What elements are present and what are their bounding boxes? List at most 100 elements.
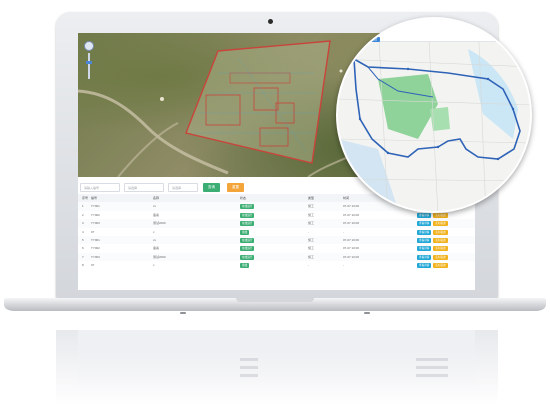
laptop-reflection <box>56 330 498 406</box>
table-row[interactable]: 4 07 c - - 离线 查看详情 实时轨迹 <box>78 228 475 236</box>
status-cell: 在线运行 <box>240 244 255 252</box>
reflection-line <box>416 374 448 377</box>
ops-cell: 查看详情实时轨迹 <box>417 228 448 236</box>
zoom-slider[interactable] <box>88 53 90 79</box>
cell-type: 施工 <box>308 237 315 242</box>
cell-time: 07-07 10:00 <box>343 237 360 242</box>
route-map-zoom[interactable]: 返回 <box>336 17 532 213</box>
cell-code: TY003 <box>91 254 100 259</box>
column-header: 名称 <box>153 196 160 200</box>
view-detail-button[interactable]: 查看详情 <box>417 263 432 269</box>
route-map-header <box>338 19 530 42</box>
track-button[interactable]: 实时轨迹 <box>433 237 448 243</box>
ops-cell: 查看详情实时轨迹 <box>417 261 448 269</box>
status-badge: 在线运行 <box>240 254 255 260</box>
column-header: 类型 <box>308 196 315 200</box>
view-detail-button[interactable]: 查看详情 <box>417 246 432 252</box>
category-select[interactable]: 请选择 <box>124 183 164 192</box>
reflection-line <box>416 358 448 361</box>
cell-no: 3 <box>82 221 84 226</box>
cell-name: 测试2000 <box>153 221 166 226</box>
cell-type: 施工 <box>308 246 315 251</box>
status-badge: 离线 <box>240 263 250 269</box>
view-detail-button[interactable]: 查看详情 <box>417 254 432 260</box>
cell-name: c <box>153 263 155 268</box>
cell-time: 07-07 10:00 <box>343 212 360 217</box>
table-row[interactable]: 5 TY001 xx 施工 07-07 10:00 在线运行 查看详情 实时轨迹 <box>78 235 475 245</box>
status-cell: 在线运行 <box>240 219 255 227</box>
status-cell: 在线运行 <box>240 202 255 210</box>
status-cell: 在线运行 <box>240 253 255 261</box>
table-row[interactable]: 2 TY002 备案 施工 07-07 10:00 在线运行 查看详情 实时轨迹 <box>78 211 475 219</box>
cell-type: 施工 <box>308 204 315 209</box>
cell-time: - <box>343 263 344 268</box>
status-badge: 在线运行 <box>240 204 255 210</box>
table-row[interactable]: 7 TY003 测试2000 施工 07-07 10:00 在线运行 查看详情 实时轨迹 <box>78 252 475 262</box>
track-button[interactable]: 实时轨迹 <box>433 221 448 227</box>
zoom-control[interactable] <box>84 41 94 81</box>
table-row[interactable]: 8 07 c - - 离线 查看详情 实时轨迹 <box>78 261 475 269</box>
view-detail-button[interactable]: 查看详情 <box>417 237 432 243</box>
cell-time: 07-07 10:00 <box>343 254 360 259</box>
laptop-foot <box>364 312 370 314</box>
track-button[interactable]: 实时轨迹 <box>433 229 448 235</box>
table-row[interactable]: 6 TY002 备案 施工 07-07 10:00 在线运行 查看详情 实时轨迹 <box>78 244 475 252</box>
cell-name: 备案 <box>153 212 160 217</box>
ops-cell: 查看详情实时轨迹 <box>417 253 448 261</box>
cell-code: TY002 <box>91 246 100 251</box>
cell-no: 7 <box>82 254 84 259</box>
track-button[interactable]: 实时轨迹 <box>433 263 448 269</box>
reflection-line <box>240 366 258 369</box>
table-row[interactable]: 3 TY003 测试2000 施工 07-07 10:00 在线运行 查看详情 实时轨迹 <box>78 219 475 228</box>
ops-cell: 查看详情实时轨迹 <box>417 244 448 252</box>
track-button[interactable]: 实时轨迹 <box>433 212 448 218</box>
track-button[interactable]: 实时轨迹 <box>433 254 448 260</box>
zoom-level-indicator[interactable] <box>86 61 92 64</box>
reflection-line <box>240 358 258 361</box>
cell-code: TY003 <box>91 221 100 226</box>
cell-code: TY001 <box>91 237 100 242</box>
view-detail-button[interactable]: 查看详情 <box>417 221 432 227</box>
search-button[interactable]: 查询 <box>203 183 220 192</box>
cell-time: - <box>343 229 344 234</box>
compass-icon[interactable] <box>84 41 94 51</box>
status-badge: 在线运行 <box>240 246 255 252</box>
column-header: 序号 <box>82 196 89 200</box>
reflection-line <box>240 374 258 377</box>
cell-no: 1 <box>82 204 84 209</box>
cell-type: 施工 <box>308 221 315 226</box>
status-cell: 离线 <box>240 261 250 269</box>
cell-no: 4 <box>82 229 84 234</box>
cell-type: 施工 <box>308 254 315 259</box>
column-header: 编号 <box>91 196 98 200</box>
cell-name: xx <box>153 237 156 242</box>
column-header: 状态 <box>240 196 247 200</box>
status-select[interactable]: 请选择 <box>168 183 198 192</box>
cell-type: 施工 <box>308 212 315 217</box>
status-cell: 离线 <box>240 228 250 236</box>
cell-no: 6 <box>82 246 84 251</box>
cell-name: c <box>153 229 155 234</box>
cell-name: xx <box>153 204 156 209</box>
reset-button[interactable]: 重置 <box>227 183 244 192</box>
ops-cell: 查看详情实时轨迹 <box>417 219 448 227</box>
route-back-button[interactable]: 返回 <box>368 37 380 42</box>
status-badge: 在线运行 <box>240 212 255 218</box>
status-cell: 在线运行 <box>240 211 255 219</box>
cell-no: 2 <box>82 212 84 217</box>
code-search-input[interactable]: 请输入编号 <box>80 183 120 192</box>
reflection-line <box>416 366 448 369</box>
cell-code: TY002 <box>91 212 100 217</box>
cell-code: 07 <box>91 263 95 268</box>
camera-icon <box>268 19 273 24</box>
cell-no: 8 <box>82 263 84 268</box>
cell-time: 07-07 10:00 <box>343 221 360 226</box>
view-detail-button[interactable]: 查看详情 <box>417 212 432 218</box>
track-button[interactable]: 实时轨迹 <box>433 246 448 252</box>
cell-type: - <box>308 229 309 234</box>
status-badge: 离线 <box>240 229 250 235</box>
view-detail-button[interactable]: 查看详情 <box>417 229 432 235</box>
cell-no: 5 <box>82 237 84 242</box>
laptop-notch <box>236 298 314 302</box>
cell-name: 测试2000 <box>153 254 166 259</box>
